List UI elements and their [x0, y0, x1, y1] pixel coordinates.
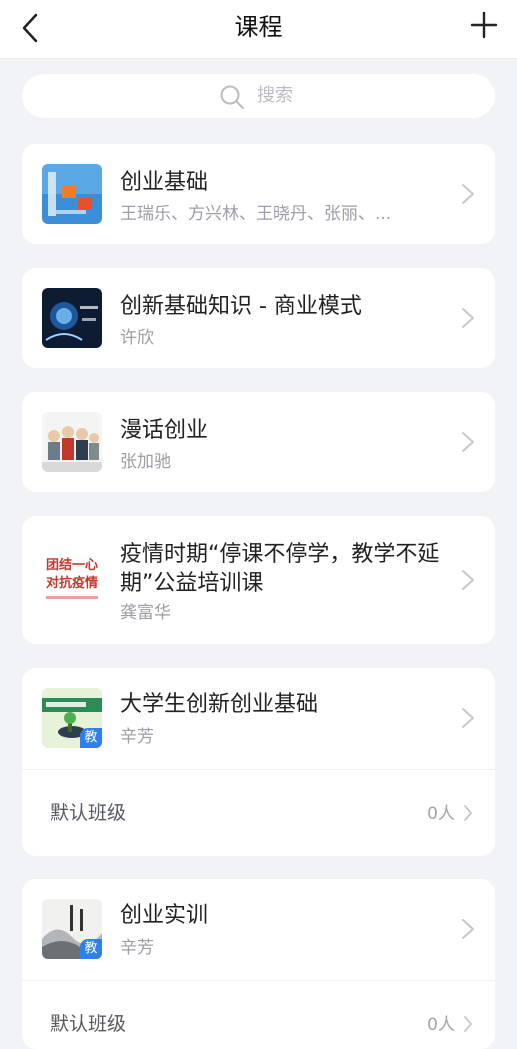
chevron-right-icon: [462, 184, 474, 204]
course-thumbnail: 教: [42, 688, 102, 748]
thumbnail-text: 对抗疫情: [45, 576, 98, 591]
search-placeholder: 搜索: [257, 85, 293, 106]
divider: [22, 769, 495, 770]
course-card[interactable]: 创新基础知识 - 商业模式 许欣: [22, 268, 495, 368]
course-thumbnail: 团结一心 对抗疫情: [42, 550, 102, 610]
class-member-count: 0人: [427, 1015, 455, 1035]
course-card[interactable]: 教 大学生创新创业基础 辛芳 默认班级 0人: [22, 668, 495, 856]
teacher-badge: 教: [80, 939, 102, 959]
course-teachers: 张加驰: [120, 452, 171, 472]
thumbnail-decoration: [46, 596, 98, 599]
chevron-right-icon: [464, 1016, 472, 1032]
page-title: 课程: [234, 13, 283, 41]
search-bar[interactable]: 搜索: [22, 74, 495, 118]
course-title: 创新基础知识 - 商业模式: [120, 294, 362, 319]
course-teachers: 辛芳: [120, 938, 154, 958]
course-thumbnail: [42, 164, 102, 224]
course-teachers: 许欣: [120, 328, 154, 348]
top-bar: 课程: [0, 0, 517, 59]
teacher-badge: 教: [80, 728, 102, 748]
class-member-count: 0人: [427, 804, 455, 824]
course-teachers: 龚富华: [120, 603, 171, 623]
chevron-right-icon: [464, 805, 472, 821]
course-title: 创业基础: [120, 170, 209, 195]
chevron-right-icon: [462, 708, 474, 728]
divider: [22, 980, 495, 981]
course-title: 漫话创业: [120, 418, 209, 443]
course-title: 创业实训: [120, 903, 209, 928]
chevron-right-icon: [462, 570, 474, 590]
course-title: 大学生创新创业基础: [120, 692, 319, 717]
class-label[interactable]: 默认班级: [50, 801, 126, 825]
course-card[interactable]: 漫话创业 张加驰: [22, 392, 495, 492]
course-thumbnail: 教: [42, 899, 102, 959]
search-icon: [220, 85, 244, 109]
add-icon[interactable]: [469, 10, 499, 40]
course-card[interactable]: 团结一心 对抗疫情 疫情时期“停课不停学，教学不延期”公益培训课 龚富华: [22, 516, 495, 644]
course-title: 疫情时期“停课不停学，教学不延期”公益培训课: [120, 542, 440, 596]
course-thumbnail: [42, 288, 102, 348]
class-label[interactable]: 默认班级: [50, 1012, 126, 1036]
chevron-right-icon: [462, 432, 474, 452]
course-card[interactable]: 创业基础 王瑞乐、方兴林、王晓丹、张丽、...: [22, 144, 495, 244]
thumbnail-text: 团结一心: [45, 558, 98, 573]
chevron-right-icon: [462, 308, 474, 328]
chevron-right-icon: [462, 919, 474, 939]
course-teachers: 王瑞乐、方兴林、王晓丹、张丽、...: [120, 204, 392, 224]
course-teachers: 辛芳: [120, 727, 154, 747]
course-thumbnail: [42, 412, 102, 472]
